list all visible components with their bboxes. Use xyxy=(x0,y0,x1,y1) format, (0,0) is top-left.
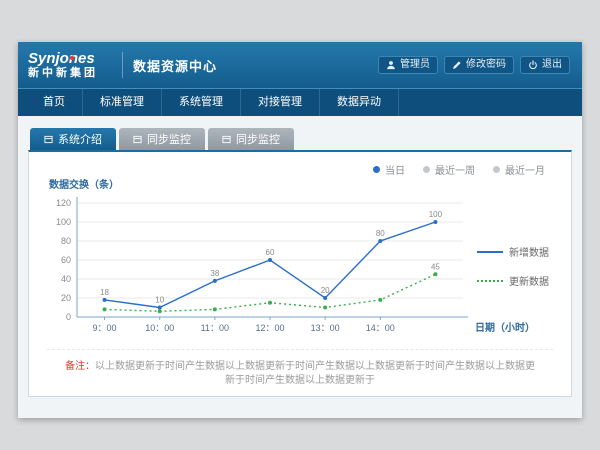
legend-dot-icon xyxy=(423,166,430,173)
header-actions: 管理员 修改密码 退出 xyxy=(378,56,582,74)
user-icon xyxy=(386,60,396,70)
x-axis-title: 日期（小时） xyxy=(475,321,535,334)
data-label: 18 xyxy=(100,288,109,297)
logout-icon xyxy=(528,60,538,70)
x-tick-label: 10：00 xyxy=(145,323,174,333)
period-option-label: 最近一月 xyxy=(505,162,545,177)
period-filter: 当日 最近一周 最近一月 xyxy=(373,162,545,177)
x-tick-label: 14：00 xyxy=(366,323,395,333)
legend-dot-icon xyxy=(493,166,500,173)
y-tick-label: 60 xyxy=(61,255,71,265)
period-option-label: 最近一周 xyxy=(435,162,475,177)
data-point xyxy=(268,301,272,305)
series-legend-item-0: 新增数据 xyxy=(477,244,549,259)
data-point xyxy=(433,272,437,276)
nav-item-home[interactable]: 首页 xyxy=(26,89,83,116)
nav-item-integration[interactable]: 对接管理 xyxy=(241,89,320,116)
data-point xyxy=(213,279,217,283)
page-title: 数据资源中心 xyxy=(133,56,217,75)
y-tick-label: 100 xyxy=(56,217,71,227)
series-legend-label: 新增数据 xyxy=(509,244,549,259)
footnote-label: 备注： xyxy=(65,361,95,372)
series-legend: 新增数据更新数据 xyxy=(477,244,549,288)
tab-bar: 系统介绍 同步监控 同步监控 xyxy=(30,128,572,150)
data-point xyxy=(378,298,382,302)
tab-label: 同步监控 xyxy=(147,131,191,147)
data-label: 100 xyxy=(429,210,443,219)
main-nav: 首页标准管理系统管理对接管理数据异动 xyxy=(18,88,582,116)
change-password-button[interactable]: 修改密码 xyxy=(444,56,514,74)
app-window: Synjones 新中新集团 数据资源中心 管理员修改密码退出 首页标准管理系统… xyxy=(18,42,582,418)
series-legend-label: 更新数据 xyxy=(509,273,549,288)
data-point xyxy=(158,306,162,310)
app-header: Synjones 新中新集团 数据资源中心 管理员 修改密码 退出 xyxy=(18,42,582,88)
y-tick-label: 120 xyxy=(56,198,71,208)
data-point xyxy=(323,306,327,310)
data-point xyxy=(158,309,162,313)
tab-icon xyxy=(44,135,53,144)
admin-button[interactable]: 管理员 xyxy=(378,56,438,74)
header-divider xyxy=(122,52,123,78)
tab-sync-monitor[interactable]: 同步监控 xyxy=(119,128,205,150)
nav-item-data-change[interactable]: 数据异动 xyxy=(320,89,399,116)
admin-label: 管理员 xyxy=(400,59,430,71)
y-tick-label: 20 xyxy=(61,293,71,303)
series-line-sample-icon xyxy=(477,251,503,253)
logo-wordmark: Synjones xyxy=(28,51,120,67)
series-line-0 xyxy=(105,222,436,308)
data-label: 45 xyxy=(431,262,440,271)
nav-item-standards[interactable]: 标准管理 xyxy=(83,89,162,116)
data-point xyxy=(323,296,327,300)
content-area: 系统介绍 同步监控 同步监控 当日 最近一周 最近一月 数据交换（条） 0 20 40 60 8… xyxy=(18,116,582,418)
x-tick-label: 9：00 xyxy=(93,323,117,333)
data-point xyxy=(268,258,272,262)
data-point xyxy=(433,220,437,224)
y-axis-title: 数据交换（条） xyxy=(49,176,559,191)
data-point xyxy=(103,307,107,311)
period-option-last-week[interactable]: 最近一周 xyxy=(423,162,475,177)
data-point xyxy=(213,307,217,311)
footnote-text: 以上数据更新于时间产生数据以上数据更新于时间产生数据以上数据更新于时间产生数据以… xyxy=(95,361,535,386)
data-point xyxy=(103,298,107,302)
logout-button[interactable]: 退出 xyxy=(520,56,570,74)
logo: Synjones 新中新集团 xyxy=(18,51,120,80)
footnote: 备注：以上数据更新于时间产生数据以上数据更新于时间产生数据以上数据更新于时间产生… xyxy=(47,349,553,388)
legend-dot-icon xyxy=(373,166,380,173)
period-option-label: 当日 xyxy=(385,162,405,177)
change-password-label: 修改密码 xyxy=(466,59,506,71)
y-tick-label: 0 xyxy=(66,312,71,322)
tab-label: 系统介绍 xyxy=(58,131,102,147)
x-tick-label: 13：00 xyxy=(311,323,340,333)
tab-icon xyxy=(222,135,231,144)
tab-label: 同步监控 xyxy=(236,131,280,147)
y-tick-label: 40 xyxy=(61,274,71,284)
data-label: 20 xyxy=(321,286,330,295)
tab-icon xyxy=(133,135,142,144)
logo-dot-icon xyxy=(70,56,74,60)
edit-icon xyxy=(452,60,462,70)
logout-label: 退出 xyxy=(542,59,562,71)
logo-subtitle: 新中新集团 xyxy=(28,67,120,80)
y-tick-label: 80 xyxy=(61,236,71,246)
nav-item-system[interactable]: 系统管理 xyxy=(162,89,241,116)
period-option-last-month[interactable]: 最近一月 xyxy=(493,162,545,177)
chart-panel: 当日 最近一周 最近一月 数据交换（条） 0 20 40 60 80 100 120 9：00 10… xyxy=(28,150,572,397)
data-point xyxy=(378,239,382,243)
x-tick-label: 11：00 xyxy=(201,323,229,333)
series-line-sample-icon xyxy=(477,280,503,282)
data-label: 10 xyxy=(155,296,164,305)
series-legend-item-1: 更新数据 xyxy=(477,273,549,288)
tab-system-intro[interactable]: 系统介绍 xyxy=(30,128,116,150)
x-tick-label: 12：00 xyxy=(255,323,284,333)
data-label: 38 xyxy=(210,269,219,278)
period-option-today[interactable]: 当日 xyxy=(373,162,405,177)
data-label: 80 xyxy=(376,229,385,238)
data-label: 60 xyxy=(266,248,275,257)
series-line-1 xyxy=(105,274,436,311)
tab-sync-monitor-2[interactable]: 同步监控 xyxy=(208,128,294,150)
